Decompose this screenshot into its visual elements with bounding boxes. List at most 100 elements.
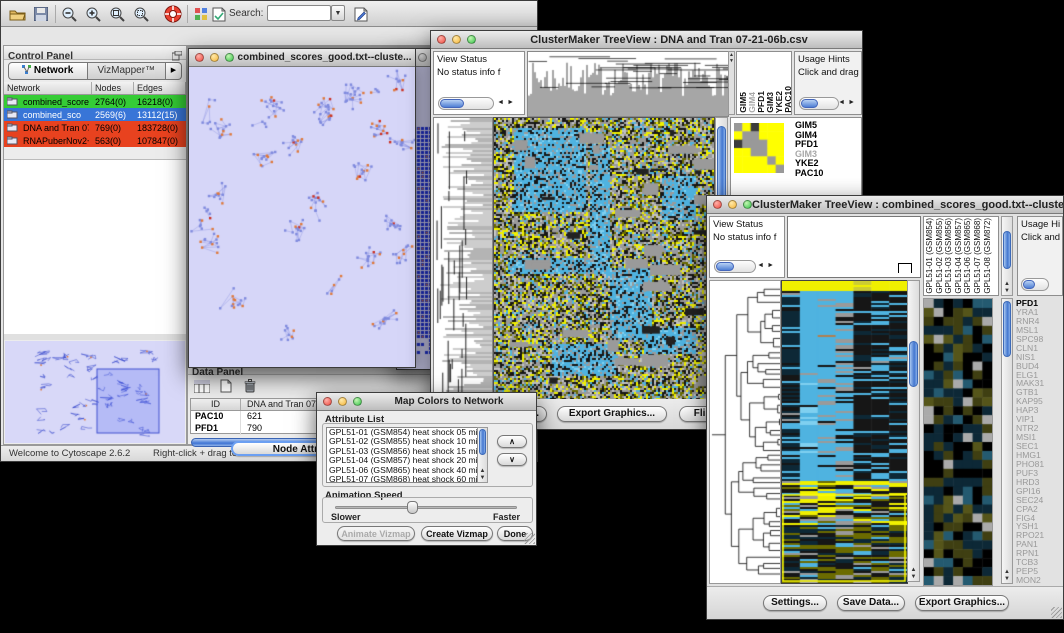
usage-hints-panel: Usage Hi Click and <box>1017 216 1063 296</box>
export-graphics-button[interactable]: Export Graphics... <box>915 595 1009 611</box>
zoom-button[interactable] <box>225 53 234 62</box>
close-button[interactable] <box>195 53 204 62</box>
network-canvas[interactable] <box>189 67 415 367</box>
heatmap-canvas[interactable] <box>781 280 908 584</box>
column-label[interactable]: GPL51-03 (GSM856) <box>944 218 954 294</box>
network-overview-thumbnail[interactable] <box>5 341 185 443</box>
network1-titlebar[interactable]: combined_scores_good.txt--cluste... <box>189 49 415 67</box>
move-down-button[interactable]: ∨ <box>497 453 527 466</box>
zoom-heatmap-canvas[interactable] <box>923 298 993 586</box>
column-label[interactable]: GPL51-07 (GSM868) <box>973 218 983 294</box>
treeview2-title: ClusterMaker TreeView : combined_scores_… <box>752 199 1063 211</box>
zoom-button[interactable] <box>743 200 752 209</box>
treeview1-column-labels: GIM5GIM4PFD1GIM3YKE2PAC10 <box>736 51 792 115</box>
main-toolbar: Search: ▼ <box>1 1 537 27</box>
column-labels-scrollbar[interactable]: ▲▼ <box>1001 216 1013 296</box>
column-label[interactable]: GPL51-08 (GSM872) <box>983 218 993 294</box>
edit-network-icon[interactable] <box>351 4 371 24</box>
row-dendrogram[interactable] <box>709 280 781 584</box>
view-status-scrollbar[interactable]: ◄► <box>438 97 494 110</box>
zoom-button[interactable] <box>467 35 476 44</box>
column-label[interactable]: GPL51-04 (GSM857) <box>954 218 964 294</box>
attribute-list-scrollbar[interactable]: ▲▼ <box>477 427 488 483</box>
view-status-panel: View Status No status info f ◄► <box>709 216 785 278</box>
network-table-row[interactable]: DNA and Tran 07 769(0) 183728(0) <box>4 121 186 134</box>
col-id[interactable]: ID <box>191 399 241 410</box>
desktop: Cytoscape Desktop (Session Name: collins… <box>0 0 1064 633</box>
animate-vizmap-button[interactable]: Animate Vizmap <box>337 526 415 541</box>
speed-slider-track[interactable] <box>335 506 517 509</box>
gene-label[interactable]: PAC10 <box>795 169 823 179</box>
attribute-table-icon[interactable] <box>192 376 212 396</box>
network-table-header: Network Nodes Edges <box>4 82 186 95</box>
zoom-button[interactable] <box>353 397 362 406</box>
network-table-row[interactable]: combined_scores_ 2764(0) 16218(0) <box>4 95 186 108</box>
zoom-fit-icon[interactable] <box>107 4 127 24</box>
annotation-icon[interactable] <box>209 4 229 24</box>
minimize-button[interactable] <box>210 53 219 62</box>
tab-network[interactable]: Network <box>8 62 88 80</box>
tab-vizmapper[interactable]: VizMapper™ <box>88 62 167 80</box>
tab-overflow-arrow[interactable]: ▶ <box>166 62 182 80</box>
network-table-row[interactable]: RNAPuberNov2+ 563(0) 107847(0) <box>4 134 186 147</box>
column-label[interactable]: GPL51-01 (GSM854) <box>925 218 935 294</box>
column-label[interactable]: GPL51-02 (GSM855) <box>935 218 945 294</box>
view-status-label: View Status <box>710 217 784 230</box>
search-input[interactable] <box>267 5 331 21</box>
heatmap-vscrollbar[interactable]: ▲▼ <box>907 280 920 582</box>
zoom-selected-icon[interactable] <box>131 4 151 24</box>
attribute-list[interactable]: GPL51-01 (GSM854) heat shock 05 minGPL51… <box>326 427 488 483</box>
new-attribute-icon[interactable] <box>216 376 236 396</box>
settings-button[interactable]: Settings... <box>763 595 827 611</box>
move-up-button[interactable]: ∧ <box>497 435 527 448</box>
row-dendrogram[interactable] <box>433 117 493 401</box>
dialog-titlebar[interactable]: Map Colors to Network <box>317 393 536 411</box>
save-data-button[interactable]: Save Data... <box>837 595 905 611</box>
panel-splitter[interactable] <box>4 334 186 340</box>
minimize-button[interactable] <box>338 397 347 406</box>
gene-label[interactable]: MON2 <box>1016 576 1063 585</box>
usage-hints-scrollbar[interactable]: ◄► <box>799 97 839 110</box>
minimize-button[interactable] <box>418 53 427 62</box>
column-label[interactable]: GPL51-06 (GSM865) <box>963 218 973 294</box>
treeview2-window: ClusterMaker TreeView : combined_scores_… <box>706 195 1064 620</box>
help-lifesaver-icon[interactable] <box>163 4 183 24</box>
speed-slider-thumb[interactable] <box>407 501 418 514</box>
create-vizmap-button[interactable]: Create Vizmap <box>421 526 493 541</box>
search-dropdown-button[interactable]: ▼ <box>331 5 345 21</box>
usage-hints-text: Click and <box>1018 230 1062 243</box>
status-welcome: Welcome to Cytoscape 2.6.2 <box>9 448 130 459</box>
open-folder-icon[interactable] <box>7 4 27 24</box>
similarity-matrix[interactable] <box>734 123 784 173</box>
save-icon[interactable] <box>31 4 51 24</box>
view-status-scrollbar[interactable]: ◄► <box>714 260 756 273</box>
zoom-in-icon[interactable] <box>83 4 103 24</box>
treeview1-titlebar[interactable]: ClusterMaker TreeView : DNA and Tran 07-… <box>431 31 862 49</box>
column-dendrogram-area[interactable] <box>787 216 921 278</box>
zoom-heatmap-scrollbar[interactable]: ▲▼ <box>1001 298 1013 584</box>
export-graphics-button[interactable]: Export Graphics... <box>557 406 667 422</box>
column-label[interactable]: PAC10 <box>784 86 792 113</box>
usage-hints-scrollbar[interactable] <box>1021 278 1049 291</box>
delete-attribute-trash-icon[interactable] <box>240 376 260 396</box>
minimize-button[interactable] <box>728 200 737 209</box>
column-dendro-scroll-arrows[interactable]: ▲▼ <box>728 51 735 115</box>
usage-hints-label: Usage Hints <box>795 52 861 65</box>
column-dendrogram[interactable] <box>527 51 729 117</box>
heatmap-canvas[interactable] <box>493 117 715 401</box>
zoom-out-icon[interactable] <box>59 4 79 24</box>
vizmap-icon[interactable] <box>191 4 211 24</box>
close-button[interactable] <box>437 35 446 44</box>
control-panel: Control Panel Network VizMapper™ ▶ Netwo… <box>3 45 187 445</box>
minimize-button[interactable] <box>452 35 461 44</box>
faster-label: Faster <box>493 512 520 522</box>
close-button[interactable] <box>323 397 332 406</box>
resize-grip[interactable] <box>524 533 535 544</box>
close-button[interactable] <box>713 200 722 209</box>
treeview2-button-bar: Settings... Save Data... Export Graphics… <box>707 586 1063 619</box>
resize-grip[interactable] <box>1051 607 1062 618</box>
treeview2-titlebar[interactable]: ClusterMaker TreeView : combined_scores_… <box>707 196 1063 214</box>
network-table-row[interactable]: combined_sco 2569(6) 13112(15) <box>4 108 186 121</box>
attribute-list-item[interactable]: GPL51-07 (GSM868) heat shock 60 min <box>327 475 487 483</box>
treeview1-title: ClusterMaker TreeView : DNA and Tran 07-… <box>476 34 862 46</box>
